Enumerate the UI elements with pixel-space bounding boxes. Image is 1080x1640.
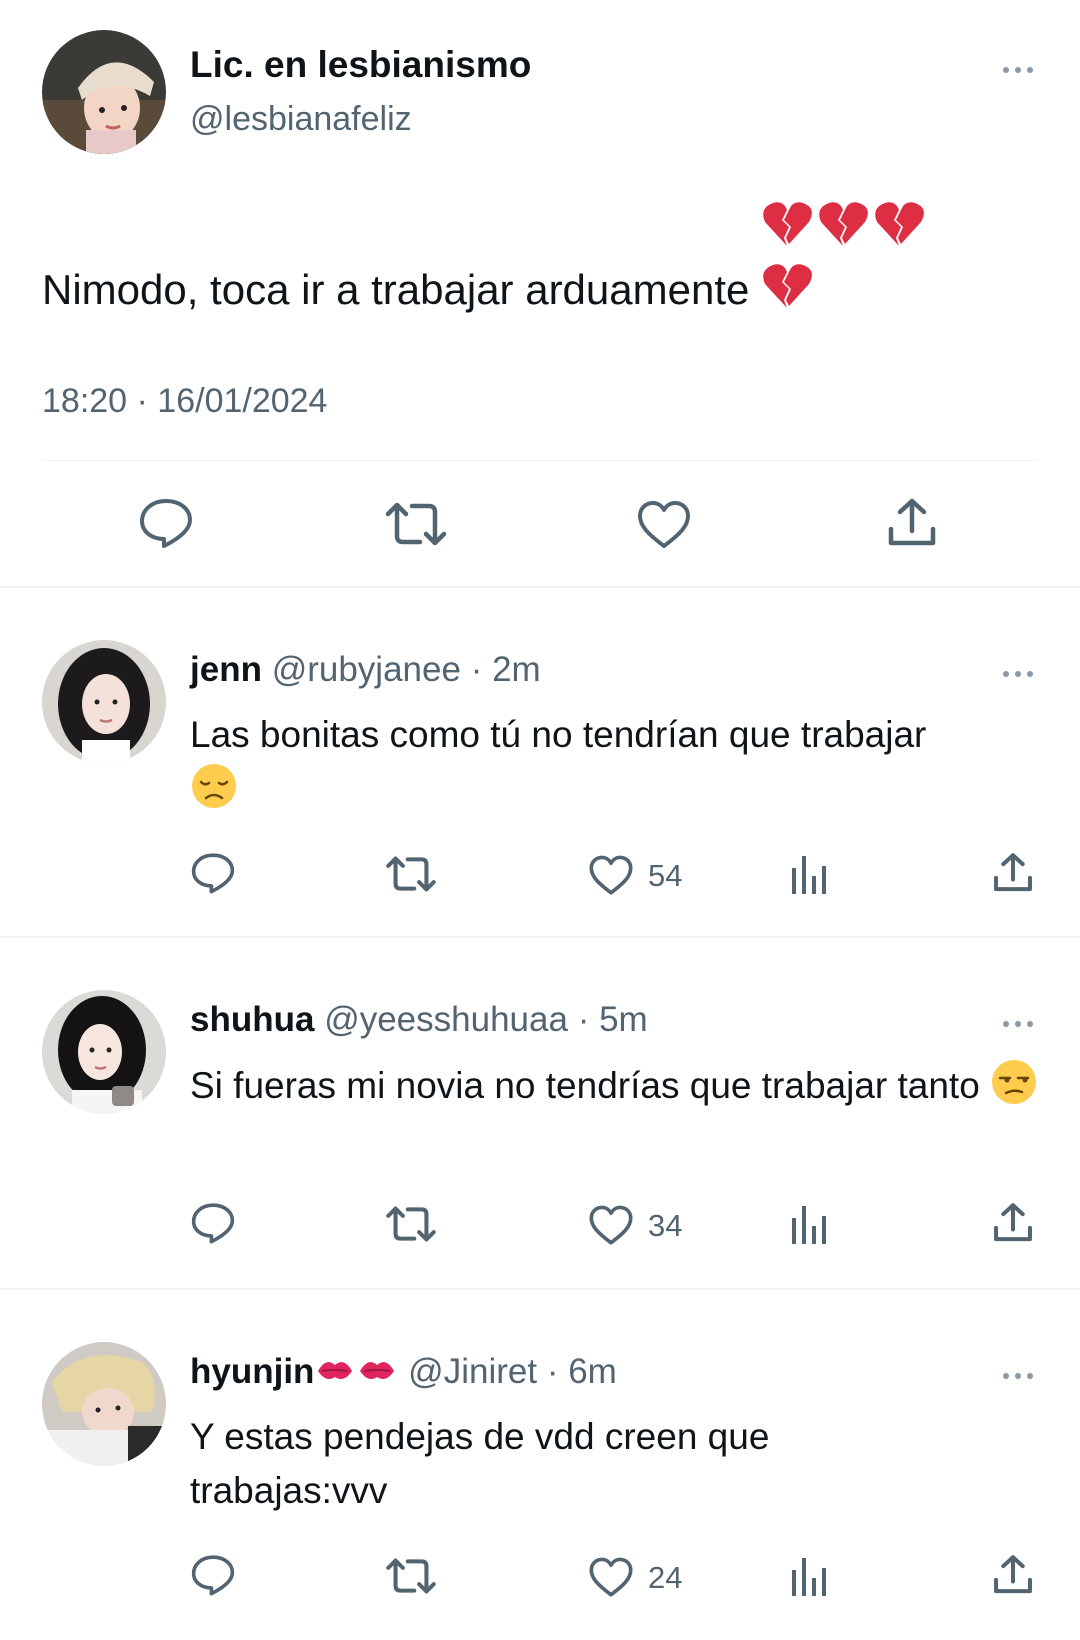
main-tweet: Lic. en lesbianismo @lesbianafeliz Nimod… — [0, 0, 1080, 588]
broken-heart-icon — [763, 264, 812, 308]
retweet-icon[interactable] — [384, 500, 448, 548]
reply-handle[interactable]: @yeesshuhuaa — [324, 1000, 568, 1039]
more-options-icon[interactable] — [1003, 668, 1039, 680]
reply-icon[interactable] — [190, 1202, 236, 1244]
reply-text: Y estas pendejas de vdd creen que trabaj… — [190, 1416, 770, 1511]
reply-display-name[interactable]: hyunjin — [190, 1352, 314, 1391]
reply-header: jenn @rubyjanee · 2m — [190, 650, 541, 690]
like-count: 34 — [648, 1208, 683, 1243]
share-icon[interactable] — [992, 852, 1034, 894]
analytics-icon[interactable] — [790, 1204, 828, 1244]
reply-text: Las bonitas como tú no tendrían que trab… — [190, 708, 1050, 825]
reply-icon[interactable] — [190, 852, 236, 894]
avatar[interactable] — [42, 640, 166, 764]
reply-text-body: Las bonitas como tú no tendrían que trab… — [190, 714, 927, 755]
more-options-icon[interactable] — [1003, 64, 1039, 76]
reply-header: shuhua @yeesshuhuaa · 5m — [190, 1000, 648, 1040]
like-icon[interactable] — [588, 1557, 634, 1598]
like-icon[interactable] — [588, 855, 634, 896]
kiss-mark-icon — [356, 1353, 398, 1396]
reply-handle[interactable]: @Jiniret — [408, 1352, 537, 1391]
author-display-name[interactable]: Lic. en lesbianismo — [190, 44, 531, 86]
tweet-text: Nimodo, toca ir a trabajar arduamente — [42, 200, 1042, 324]
analytics-icon[interactable] — [790, 1556, 828, 1596]
reply-display-name[interactable]: shuhua — [190, 1000, 314, 1039]
divider — [0, 586, 1080, 588]
reply-icon[interactable] — [190, 1554, 236, 1596]
retweet-icon[interactable] — [385, 1204, 437, 1244]
retweet-icon[interactable] — [385, 1556, 437, 1596]
like-count: 54 — [648, 858, 683, 893]
like-count: 24 — [648, 1560, 683, 1595]
author-avatar[interactable] — [42, 30, 166, 154]
reply-text-body: Si fueras mi novia no tendrías que traba… — [190, 1065, 980, 1106]
broken-heart-icon — [819, 202, 868, 246]
tweet-text-body: Nimodo, toca ir a trabajar arduamente — [42, 266, 750, 313]
broken-heart-emojis — [761, 200, 929, 324]
more-options-icon[interactable] — [1003, 1018, 1039, 1030]
reply-tweet: hyunjin @Jiniret · 6m Y estas pendejas d… — [0, 1342, 1080, 1640]
reply-handle[interactable]: @rubyjanee — [272, 650, 461, 689]
retweet-icon[interactable] — [385, 854, 437, 894]
reply-time[interactable]: · 2m — [471, 650, 541, 689]
reply-icon[interactable] — [138, 497, 194, 549]
share-icon[interactable] — [886, 497, 938, 549]
divider — [0, 1288, 1080, 1290]
like-icon[interactable] — [588, 1205, 634, 1246]
tweet-timestamp[interactable]: 18:20 · 16/01/2024 — [42, 382, 327, 421]
avatar[interactable] — [42, 990, 166, 1114]
more-options-icon[interactable] — [1003, 1370, 1039, 1382]
reply-header: hyunjin @Jiniret · 6m — [190, 1352, 617, 1396]
reply-time[interactable]: · 6m — [547, 1352, 617, 1391]
reply-display-name[interactable]: jenn — [190, 650, 262, 689]
analytics-icon[interactable] — [790, 854, 828, 894]
share-icon[interactable] — [992, 1554, 1034, 1596]
reply-text: Si fueras mi novia no tendrías que traba… — [190, 1058, 1050, 1121]
disappointed-face-icon — [190, 762, 238, 825]
divider — [42, 460, 1038, 461]
divider — [0, 936, 1080, 938]
kiss-mark-icon — [314, 1353, 356, 1396]
broken-heart-icon — [875, 202, 924, 246]
reply-time[interactable]: · 5m — [578, 1000, 648, 1039]
unamused-face-icon — [990, 1058, 1038, 1121]
broken-heart-icon — [763, 202, 812, 246]
share-icon[interactable] — [992, 1202, 1034, 1244]
author-handle[interactable]: @lesbianafeliz — [190, 100, 412, 139]
like-icon[interactable] — [636, 500, 692, 550]
avatar[interactable] — [42, 1342, 166, 1466]
